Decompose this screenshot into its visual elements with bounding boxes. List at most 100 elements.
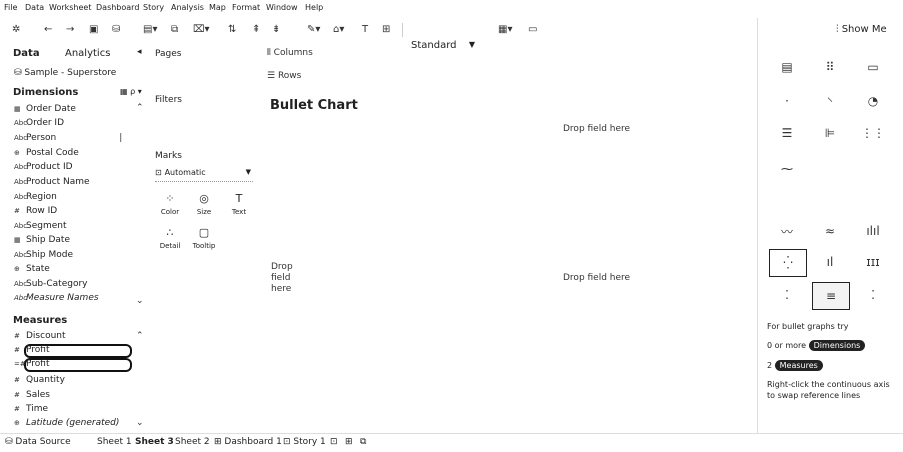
scroll-down-icon[interactable]: ⌄ — [136, 296, 144, 306]
dual-combination-chart-icon[interactable]: ılıl — [855, 218, 891, 244]
area-continuous-chart-icon[interactable]: 〰 — [769, 218, 805, 244]
scroll-up-icon[interactable]: ⌃ — [136, 103, 144, 113]
heat-map-chart-icon[interactable]: ⠿ — [812, 54, 848, 80]
filled-map-chart-icon[interactable]: ⸌ — [812, 88, 848, 114]
scatter-plot-chart-icon[interactable]: ⁛ — [769, 249, 807, 277]
menu-analysis[interactable]: Analysis — [171, 3, 204, 12]
dimension-item[interactable]: AbcMeasure Names — [14, 293, 99, 303]
sort-asc-icon[interactable]: ⇞ — [252, 24, 260, 35]
scroll-thumb[interactable]: ❘ — [117, 133, 125, 143]
measure-item[interactable]: # Sales — [14, 390, 50, 400]
horizontal-bar-chart-icon[interactable]: ☰ — [769, 120, 805, 146]
circle-view-chart-icon[interactable] — [812, 156, 848, 182]
menu-dashboard[interactable]: Dashboard — [96, 3, 139, 12]
sort-desc-icon[interactable]: ⇟ — [272, 24, 280, 35]
columns-shelf[interactable]: ⫴ Columns — [267, 48, 313, 58]
measure-item[interactable]: # Profit — [14, 345, 49, 355]
drop-zone-left[interactable]: Drop field here — [271, 262, 293, 295]
menu-data[interactable]: Data — [25, 3, 44, 12]
highlight-icon[interactable]: ✎▾ — [307, 24, 320, 35]
menu-map[interactable]: Map — [209, 3, 226, 12]
dimension-item[interactable]: AbcPerson — [14, 133, 56, 143]
box-whisker-chart-icon[interactable]: ɪɪɪ — [855, 249, 891, 275]
drop-zone-top[interactable]: Drop field here — [563, 124, 630, 134]
menu-story[interactable]: Story — [143, 3, 164, 12]
tab-data-source[interactable]: ⛁ Data Source — [5, 437, 71, 447]
measure-item[interactable]: =#Profit — [14, 359, 49, 369]
dimension-item[interactable]: AbcOrder ID — [14, 118, 64, 128]
new-worksheet-icon[interactable]: ⊡ — [330, 437, 338, 447]
area-discrete-chart-icon[interactable]: ≈ — [812, 218, 848, 244]
menu-worksheet[interactable]: Worksheet — [49, 3, 91, 12]
new-dashboard-icon[interactable]: ⊞ — [345, 437, 353, 447]
symbol-map-chart-icon[interactable]: · — [769, 88, 805, 114]
detail-button[interactable]: ∴ Detail — [152, 226, 188, 250]
dimension-item[interactable]: AbcProduct Name — [14, 177, 90, 187]
measure-item[interactable]: # Time — [14, 404, 48, 414]
fit-select[interactable]: Standard ▼ — [411, 40, 481, 54]
pie-chart-icon[interactable]: ◔ — [855, 88, 891, 114]
tableau-logo-icon[interactable]: ✲ — [12, 24, 20, 35]
histogram-chart-icon[interactable]: ıl — [812, 249, 848, 275]
dual-line-chart-icon[interactable] — [855, 188, 891, 214]
new-datasource-icon[interactable]: ⛁ — [112, 24, 120, 35]
dimensions-tools-icon[interactable]: ▦ ρ ▾ — [120, 87, 142, 96]
tooltip-button[interactable]: ▢ Tooltip — [186, 226, 222, 250]
scroll-up-icon[interactable]: ⌃ — [136, 331, 144, 341]
measure-item[interactable]: # Quantity — [14, 375, 65, 385]
tab-data[interactable]: Data — [13, 48, 40, 59]
text-button[interactable]: T Text — [221, 192, 257, 216]
measure-item[interactable]: ⊕ Latitude (generated) — [14, 418, 119, 428]
treemap-chart-icon[interactable]: ⁓ — [769, 156, 805, 182]
tab-sheet-3[interactable]: Sheet 3 — [135, 437, 174, 447]
stacked-bar-chart-icon[interactable]: ⊫ — [812, 120, 848, 146]
bullet-graph-chart-icon[interactable]: ≡ — [812, 282, 850, 310]
show-me-toggle[interactable]: ⫶ Show Me — [836, 24, 887, 35]
dimension-item[interactable]: ⊕ Postal Code — [14, 148, 79, 158]
sheet-title[interactable]: Bullet Chart — [270, 98, 358, 113]
clear-sheet-icon[interactable]: ⌧▾ — [193, 24, 210, 35]
dimension-item[interactable]: AbcProduct ID — [14, 162, 73, 172]
group-icon[interactable]: ⌂▾ — [333, 24, 344, 35]
side-by-side-circle-chart-icon[interactable] — [855, 156, 891, 182]
packed-bubbles-chart-icon[interactable]: ⁚ — [855, 282, 891, 308]
menu-format[interactable]: Format — [232, 3, 260, 12]
color-button[interactable]: ⁘ Color — [152, 192, 188, 216]
line-discrete-chart-icon[interactable] — [812, 188, 848, 214]
dimension-item[interactable]: ⊕ State — [14, 264, 50, 274]
show-cards-icon[interactable]: ▦▾ — [498, 24, 512, 35]
menu-window[interactable]: Window — [266, 3, 298, 12]
mark-type-select[interactable]: ⊡ Automatic ▼ — [155, 168, 253, 182]
rows-shelf[interactable]: ☰ Rows — [267, 71, 301, 81]
dimension-item[interactable]: AbcSegment — [14, 221, 67, 231]
menu-file[interactable]: File — [4, 3, 17, 12]
presentation-icon[interactable]: ▭ — [528, 24, 537, 35]
size-button[interactable]: ◎ Size — [186, 192, 222, 216]
tab-sheet-1[interactable]: Sheet 1 — [97, 437, 132, 447]
dimension-item[interactable]: # Row ID — [14, 206, 57, 216]
drop-zone-center[interactable]: Drop field here — [563, 273, 630, 283]
menu-help[interactable]: Help — [305, 3, 323, 12]
save-icon[interactable]: ▣ — [89, 24, 98, 35]
scroll-down-icon[interactable]: ⌄ — [136, 418, 144, 428]
dimension-item[interactable]: ▦ Ship Date — [14, 235, 70, 245]
undo-icon[interactable]: ← — [44, 24, 52, 35]
gantt-chart-icon[interactable]: ⁚ — [769, 282, 805, 308]
datasource-row[interactable]: ⛁ Sample - Superstore — [14, 68, 116, 78]
dimension-item[interactable]: AbcRegion — [14, 192, 57, 202]
labels-icon[interactable]: T — [362, 24, 368, 35]
dimension-item[interactable]: AbcSub-Category — [14, 279, 88, 289]
measure-item[interactable]: # Discount — [14, 331, 66, 341]
collapse-pane-icon[interactable]: ◂ — [137, 47, 142, 57]
highlight-table-chart-icon[interactable]: ▭ — [855, 54, 891, 80]
dimension-item[interactable]: ▦ Order Date — [14, 104, 76, 114]
new-story-icon[interactable]: ⧉ — [360, 437, 366, 447]
tab-story-1[interactable]: ⊡ Story 1 — [283, 437, 326, 447]
tab-dashboard-1[interactable]: ⊞ Dashboard 1 — [214, 437, 282, 447]
redo-icon[interactable]: → — [66, 24, 74, 35]
dimension-item[interactable]: AbcShip Mode — [14, 250, 73, 260]
side-by-side-bar-chart-icon[interactable]: ⋮⋮ — [855, 120, 891, 146]
swap-icon[interactable]: ⇅ — [228, 24, 236, 35]
text-table-chart-icon[interactable]: ▤ — [769, 54, 805, 80]
tab-analytics[interactable]: Analytics — [65, 48, 110, 59]
